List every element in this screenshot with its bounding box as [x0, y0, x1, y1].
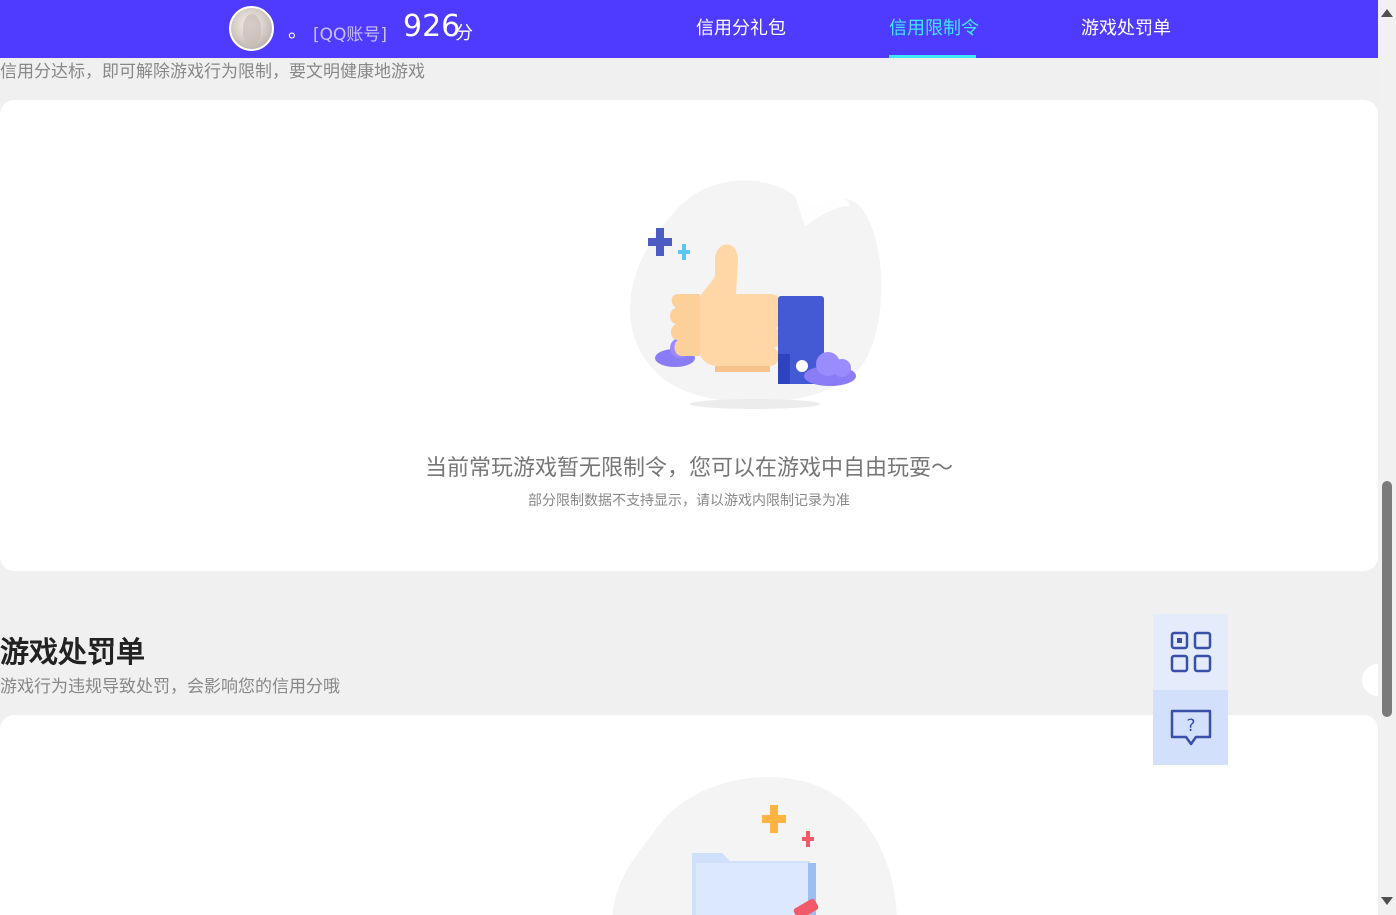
page-scrollbar[interactable] [1378, 0, 1396, 915]
folder-illustration [612, 775, 902, 915]
penalty-section-title: 游戏处罚单 [0, 635, 146, 669]
user-avatar[interactable] [229, 6, 274, 51]
user-nickname: 。 [288, 18, 308, 42]
qr-code-button[interactable] [1153, 614, 1228, 690]
help-feedback-button[interactable]: ? [1153, 690, 1228, 765]
svg-text:?: ? [1186, 716, 1195, 736]
nav-tab-credit-restriction[interactable]: 信用限制令 [889, 17, 979, 41]
empty-restriction-subtitle: 部分限制数据不支持显示，请以游戏内限制记录为准 [528, 493, 850, 509]
restriction-empty-card: 当前常玩游戏暂无限制令，您可以在游戏中自由玩耍～ 部分限制数据不支持显示，请以游… [0, 100, 1378, 571]
credit-score-value: 926 [403, 9, 461, 44]
nav-tab-game-penalty[interactable]: 游戏处罚单 [1081, 17, 1171, 41]
qr-code-icon [1170, 631, 1212, 673]
restriction-section-description: 信用分达标，即可解除游戏行为限制，要文明健康地游戏 [0, 62, 425, 82]
account-type-label: [QQ账号] [313, 25, 388, 45]
credit-score-unit: 分 [455, 23, 473, 44]
empty-restriction-title: 当前常玩游戏暂无限制令，您可以在游戏中自由玩耍～ [424, 456, 953, 481]
nav-active-underline [889, 55, 976, 58]
top-header-bar: 。 [QQ账号] 926 分 信用分礼包 信用限制令 游戏处罚单 [0, 0, 1378, 58]
scrollbar-thumb[interactable] [1382, 481, 1392, 717]
penalty-section-description: 游戏行为违规导致处罚，会影响您的信用分哦 [0, 677, 340, 697]
scroll-down-arrow-icon[interactable] [1381, 897, 1393, 905]
nav-tab-credit-gift[interactable]: 信用分礼包 [696, 17, 786, 41]
scroll-up-arrow-icon[interactable] [1381, 9, 1393, 17]
thumbs-up-illustration [620, 176, 890, 416]
help-chat-icon: ? [1169, 708, 1213, 748]
